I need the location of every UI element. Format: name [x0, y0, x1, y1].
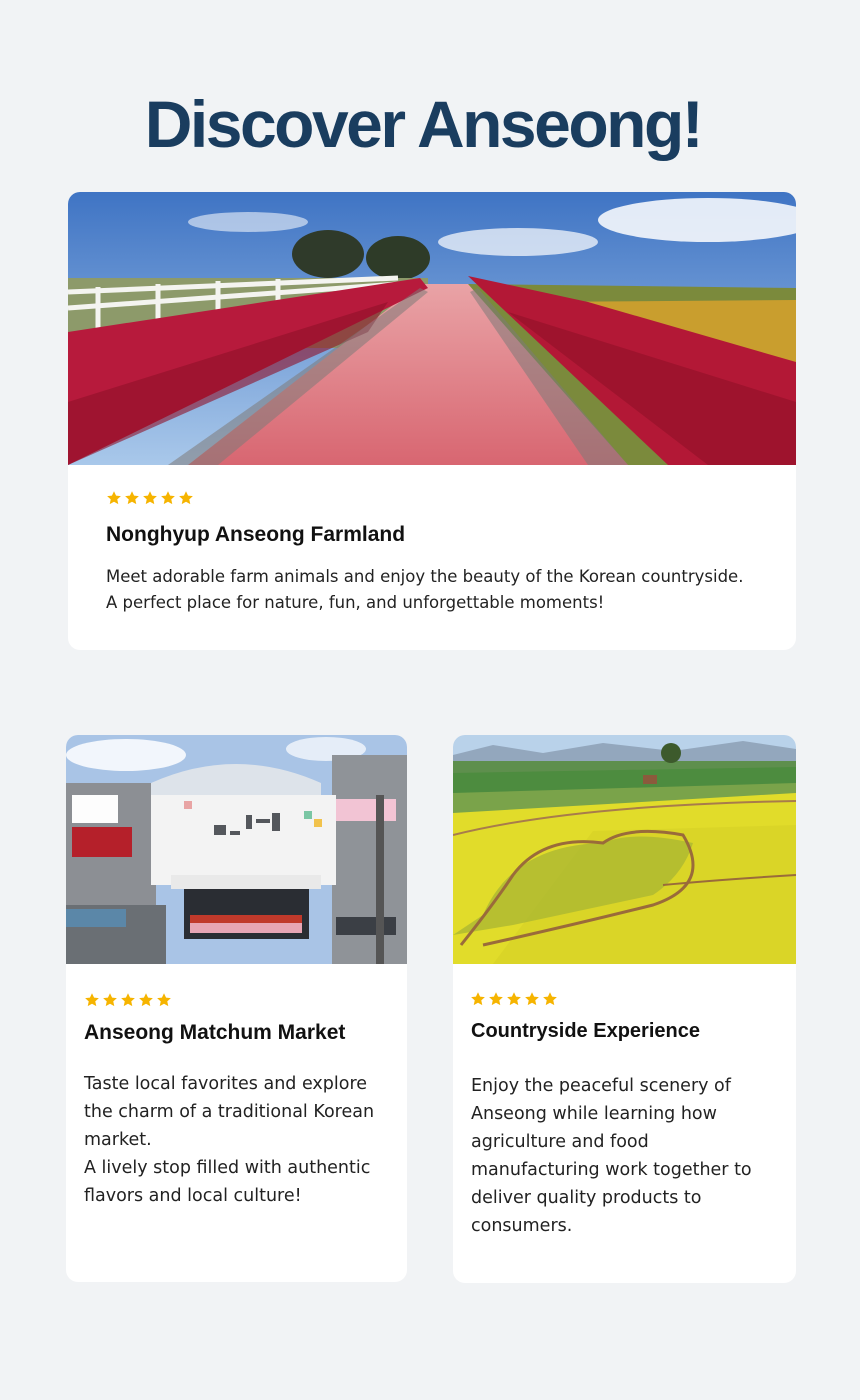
market-photo [66, 735, 407, 964]
star-icon [543, 992, 557, 1006]
star-icon [121, 993, 135, 1007]
farmland-photo [68, 192, 796, 465]
card-title[interactable]: Nonghyup Anseong Farmland [106, 523, 405, 547]
rating-stars [106, 490, 194, 506]
attraction-card-farmland[interactable]: Nonghyup Anseong Farmland Meet adorable … [68, 192, 796, 650]
attraction-card-countryside[interactable]: Countryside Experience Enjoy the peacefu… [453, 735, 796, 1283]
star-icon [179, 491, 193, 505]
countryside-photo [453, 735, 796, 964]
card-title[interactable]: Countryside Experience [471, 1020, 700, 1043]
star-icon [157, 993, 171, 1007]
attraction-card-market[interactable]: Anseong Matchum Market Taste local favor… [66, 735, 407, 1282]
star-icon [161, 491, 175, 505]
star-icon [489, 992, 503, 1006]
rating-stars [470, 991, 558, 1007]
star-icon [139, 993, 153, 1007]
card-title[interactable]: Anseong Matchum Market [84, 1021, 345, 1045]
star-icon [103, 993, 117, 1007]
card-description: Enjoy the peaceful scenery of Anseong wh… [471, 1076, 752, 1236]
star-icon [85, 993, 99, 1007]
star-icon [107, 491, 121, 505]
rating-stars [84, 992, 172, 1008]
card-description: Meet adorable farm animals and enjoy the… [106, 567, 744, 612]
star-icon [525, 992, 539, 1006]
star-icon [507, 992, 521, 1006]
star-icon [125, 491, 139, 505]
star-icon [471, 992, 485, 1006]
star-icon [143, 491, 157, 505]
card-description: Taste local favorites and explore the ch… [84, 1074, 375, 1206]
page-title: Discover Anseong! [144, 87, 704, 161]
